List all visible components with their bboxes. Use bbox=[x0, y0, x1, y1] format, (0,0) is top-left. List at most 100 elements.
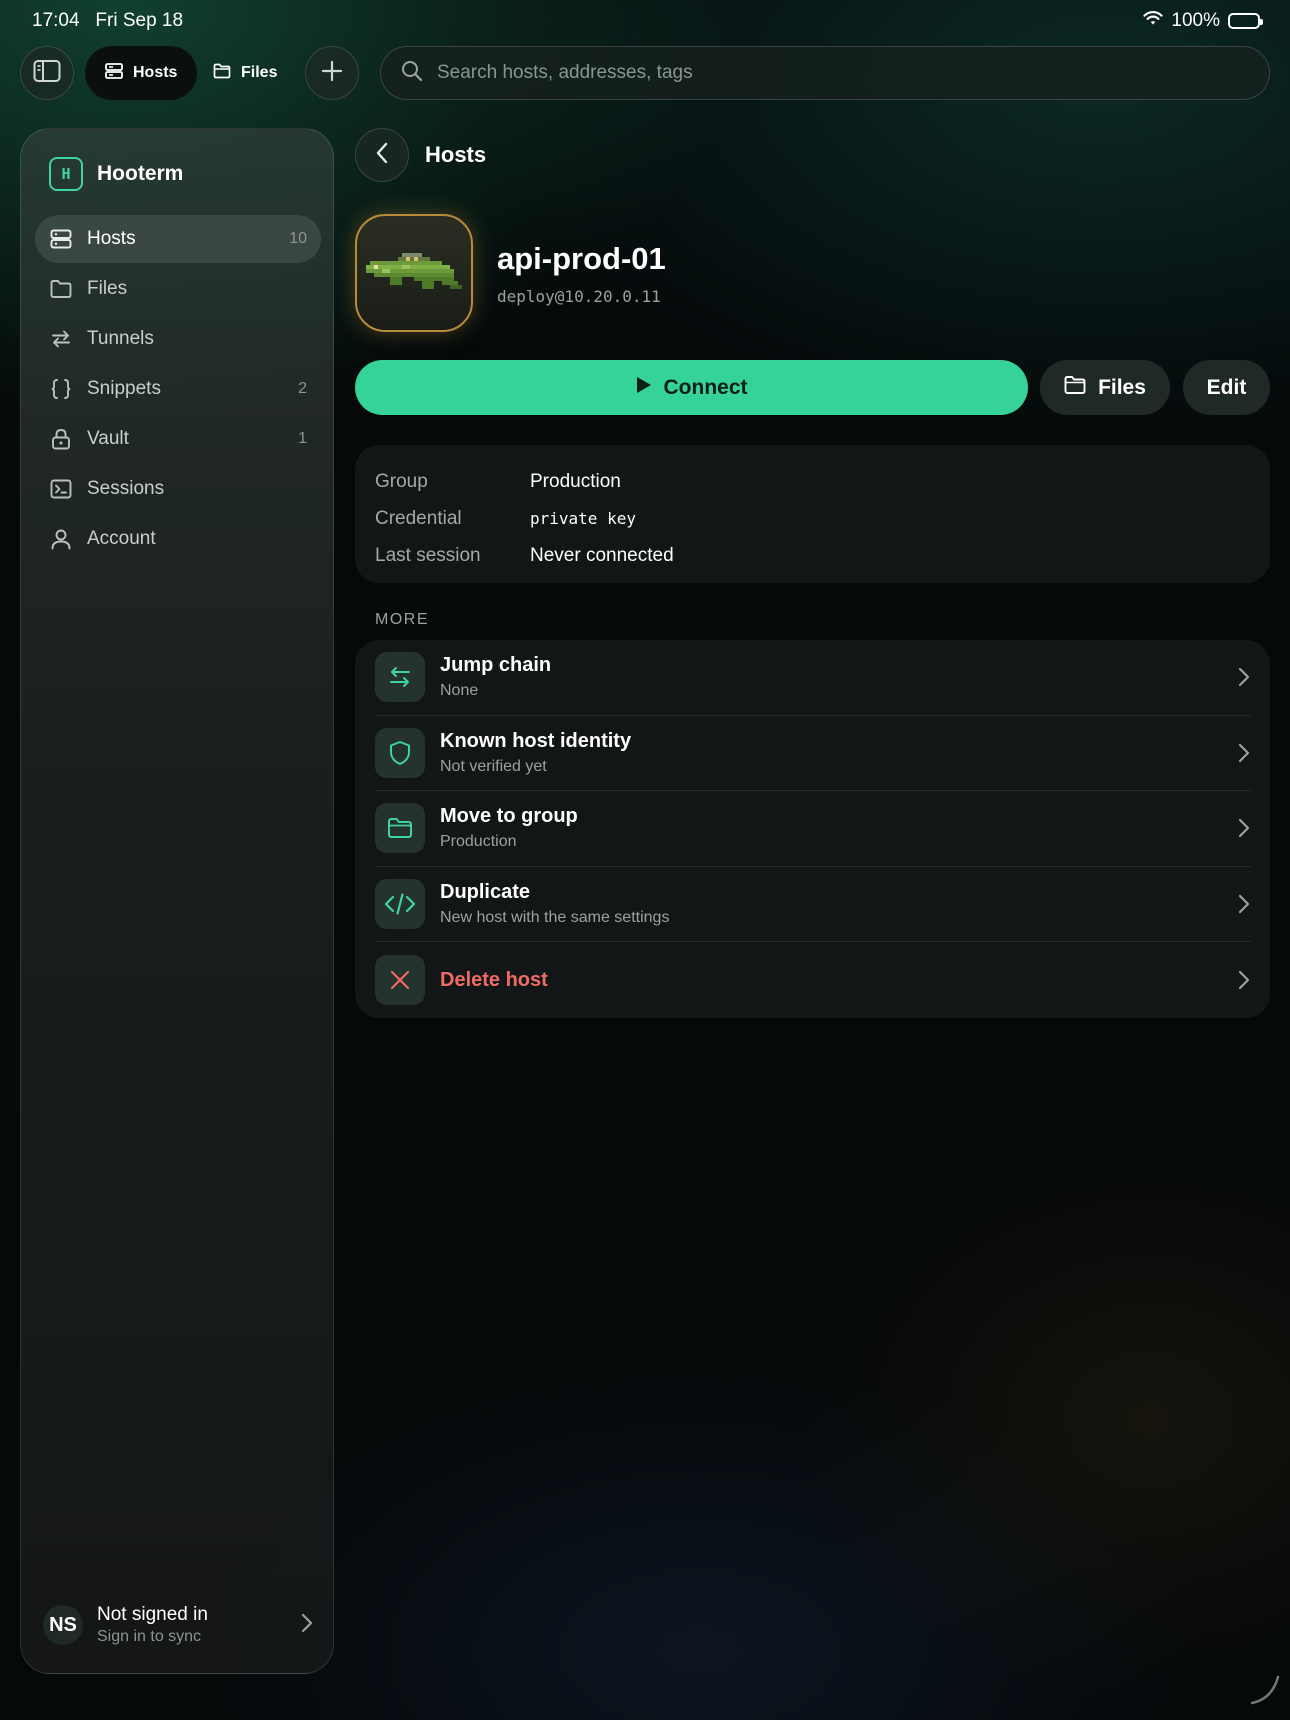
more-item-subtitle: Not verified yet bbox=[440, 757, 547, 775]
delete-host-row[interactable]: Delete host bbox=[375, 942, 1250, 1018]
edit-label: Edit bbox=[1206, 375, 1247, 399]
shield-icon bbox=[375, 727, 425, 778]
more-item-text: Jump chain None bbox=[440, 654, 1230, 700]
more-item-text: Move to group Production bbox=[440, 805, 1230, 851]
chevron-left-icon bbox=[375, 142, 389, 169]
brand-name: Hooterm bbox=[97, 162, 184, 185]
play-icon bbox=[636, 376, 652, 400]
detail-value: private key bbox=[530, 509, 636, 528]
sidebar-toggle-button[interactable] bbox=[20, 46, 74, 100]
jump-chain-row[interactable]: Jump chain None bbox=[375, 640, 1250, 716]
detail-key: Group bbox=[375, 470, 428, 492]
host-info: api-prod-01 deploy@10.20.0.11 bbox=[497, 241, 666, 306]
host-name: api-prod-01 bbox=[497, 240, 666, 276]
add-button[interactable] bbox=[305, 46, 359, 100]
code-icon bbox=[375, 879, 425, 930]
sidebar-item-account[interactable]: Account bbox=[35, 515, 321, 563]
move-to-group-row[interactable]: Move to group Production bbox=[375, 791, 1250, 867]
more-item-title: Jump chain bbox=[440, 654, 552, 677]
status-time: 17:04 Fri Sep 18 bbox=[32, 10, 183, 32]
more-options-card: Jump chain None Known host identity Not … bbox=[355, 640, 1270, 1018]
known-host-identity-row[interactable]: Known host identity Not verified yet bbox=[375, 716, 1250, 792]
detail-row-group: Group Production bbox=[375, 463, 1250, 500]
back-button[interactable] bbox=[355, 128, 409, 182]
host-address: deploy@10.20.0.11 bbox=[497, 286, 661, 306]
tab-files[interactable]: Files bbox=[193, 46, 297, 100]
person-icon bbox=[49, 527, 73, 551]
chevron-right-icon bbox=[1230, 667, 1250, 687]
sidebar-icon bbox=[33, 59, 61, 88]
detail-value: Production bbox=[530, 470, 621, 492]
sidebar-item-vault[interactable]: Vault 1 bbox=[35, 415, 321, 463]
folder-icon bbox=[49, 277, 73, 301]
resize-handle-icon[interactable] bbox=[1248, 1673, 1282, 1712]
sidebar-item-label: Snippets bbox=[87, 378, 161, 399]
chevron-right-icon bbox=[301, 1613, 313, 1638]
avatar: NS bbox=[43, 1605, 83, 1645]
folder-icon bbox=[375, 803, 425, 854]
account-text: Not signed in Sign in to sync bbox=[97, 1604, 301, 1646]
wifi-icon bbox=[1143, 10, 1163, 32]
brand: H Hooterm bbox=[49, 157, 183, 191]
more-item-subtitle: None bbox=[440, 682, 479, 700]
chevron-right-icon bbox=[1230, 970, 1250, 990]
edit-button[interactable]: Edit bbox=[1183, 360, 1270, 415]
chevron-right-icon bbox=[1230, 818, 1250, 838]
duplicate-row[interactable]: Duplicate New host with the same setting… bbox=[375, 867, 1250, 943]
more-item-text: Duplicate New host with the same setting… bbox=[440, 881, 1230, 927]
battery-label: 100% bbox=[1171, 10, 1220, 31]
more-item-subtitle: Production bbox=[440, 833, 517, 851]
tab-hosts[interactable]: Hosts bbox=[85, 46, 198, 100]
more-item-text: Known host identity Not verified yet bbox=[440, 730, 1230, 776]
detail-row-credential: Credential private key bbox=[375, 500, 1250, 537]
detail-row-last-session: Last session Never connected bbox=[375, 537, 1250, 574]
lock-icon bbox=[49, 427, 73, 451]
more-item-text: Delete host bbox=[440, 969, 1230, 992]
sidebar-item-label: Files bbox=[87, 278, 128, 299]
search-input[interactable] bbox=[437, 62, 1237, 84]
account-title: Not signed in bbox=[97, 1604, 208, 1625]
files-label: Files bbox=[1098, 375, 1146, 399]
sidebar-item-sessions[interactable]: Sessions bbox=[35, 465, 321, 513]
sidebar-item-label: Hosts bbox=[87, 228, 136, 249]
sidebar-item-snippets[interactable]: Snippets 2 bbox=[35, 365, 321, 413]
connect-button[interactable]: Connect bbox=[355, 360, 1028, 415]
arrows-swap-icon bbox=[375, 652, 425, 703]
account-subtitle: Sign in to sync bbox=[97, 1628, 202, 1645]
files-button[interactable]: Files bbox=[1040, 360, 1170, 415]
section-label-more: MORE bbox=[375, 611, 429, 628]
account-signin-row[interactable]: NS Not signed in Sign in to sync bbox=[43, 1603, 313, 1647]
chevron-right-icon bbox=[1230, 743, 1250, 763]
terminal-icon bbox=[49, 477, 73, 501]
more-item-title: Known host identity bbox=[440, 729, 632, 752]
more-item-title: Move to group bbox=[440, 805, 578, 828]
more-item-title: Delete host bbox=[440, 968, 548, 991]
connect-label: Connect bbox=[663, 375, 748, 399]
detail-value: Never connected bbox=[530, 544, 674, 566]
sidebar: H Hooterm Hosts 10 Files Tunnels Snippet… bbox=[20, 128, 334, 1674]
search-bar[interactable] bbox=[380, 46, 1270, 100]
top-bar: Hosts Files bbox=[20, 46, 1270, 102]
sidebar-item-hosts[interactable]: Hosts 10 bbox=[35, 215, 321, 263]
plus-icon bbox=[321, 60, 343, 87]
more-item-title: Duplicate bbox=[440, 881, 531, 904]
detail-key: Last session bbox=[375, 544, 481, 566]
brand-logo: H bbox=[49, 157, 83, 191]
host-details-card: Group Production Credential private key … bbox=[355, 445, 1270, 583]
detail-key: Credential bbox=[375, 507, 462, 529]
sidebar-item-count: 10 bbox=[289, 230, 307, 247]
sidebar-item-count: 1 bbox=[298, 430, 307, 447]
sidebar-item-files[interactable]: Files bbox=[35, 265, 321, 313]
tab-hosts-label: Hosts bbox=[133, 64, 178, 81]
status-right: 100% bbox=[1143, 10, 1263, 32]
more-item-subtitle: New host with the same settings bbox=[440, 909, 670, 927]
sidebar-item-label: Account bbox=[87, 528, 156, 549]
status-bar: 17:04 Fri Sep 18 100% bbox=[0, 0, 1290, 40]
sidebar-item-count: 2 bbox=[298, 380, 307, 397]
sidebar-item-tunnels[interactable]: Tunnels bbox=[35, 315, 321, 363]
sidebar-item-label: Vault bbox=[87, 428, 129, 449]
folder-icon bbox=[213, 63, 231, 84]
sidebar-item-label: Sessions bbox=[87, 478, 165, 499]
server-icon bbox=[49, 227, 73, 251]
folder-icon bbox=[1064, 375, 1086, 401]
